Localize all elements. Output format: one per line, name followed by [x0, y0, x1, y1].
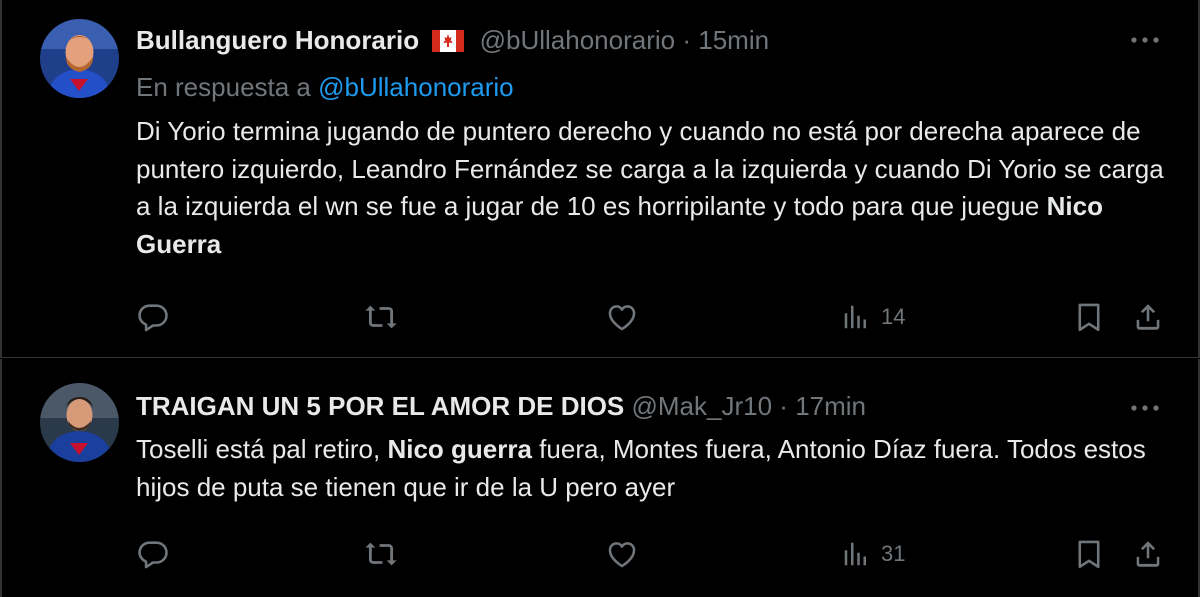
like-button[interactable] [605, 534, 639, 574]
retweet-icon [364, 300, 398, 334]
tweet-actions: 31 [2, 534, 1200, 574]
reply-button[interactable] [136, 297, 170, 337]
reply-mention-link[interactable]: @bUllahonorario [318, 72, 514, 102]
bookmark-icon [1072, 537, 1106, 571]
avatar[interactable] [40, 383, 119, 462]
tweet-text: Toselli está pal retiro, Nico guerra fue… [136, 431, 1176, 506]
bookmark-button[interactable] [1072, 534, 1106, 574]
reply-context: En respuesta a @bUllahonorario [136, 70, 514, 104]
separator: · [779, 391, 788, 421]
timestamp[interactable]: 15min [698, 25, 769, 55]
like-button[interactable] [605, 297, 639, 337]
views-icon [841, 302, 871, 332]
share-button[interactable] [1131, 534, 1165, 574]
more-icon[interactable] [1128, 30, 1162, 50]
tweet-text-part: Di Yorio termina jugando de puntero dere… [136, 116, 1164, 221]
tweet-header: Bullanguero Honorario @bUllahonorario · … [136, 23, 769, 60]
reply-prefix: En respuesta a [136, 72, 319, 102]
like-icon [605, 300, 639, 334]
views-button[interactable]: 31 [841, 534, 905, 574]
views-count: 31 [881, 541, 906, 566]
share-icon [1131, 300, 1165, 334]
reply-icon [136, 537, 170, 571]
tweet-actions: 14 [2, 297, 1200, 337]
canada-flag-icon [432, 26, 465, 60]
display-name[interactable]: Bullanguero Honorario [136, 25, 419, 55]
tweet[interactable]: TRAIGAN UN 5 POR EL AMOR DE DIOS @Mak_Jr… [0, 359, 1200, 597]
views-count: 14 [881, 304, 906, 329]
tweet-text-part: Toselli está pal retiro, [136, 434, 388, 464]
retweet-button[interactable] [364, 297, 398, 337]
bookmark-icon [1072, 300, 1106, 334]
tweet-header: TRAIGAN UN 5 POR EL AMOR DE DIOS @Mak_Jr… [136, 389, 866, 423]
timestamp[interactable]: 17min [795, 391, 866, 421]
reply-button[interactable] [136, 534, 170, 574]
reply-icon [136, 300, 170, 334]
tweet[interactable]: Bullanguero Honorario @bUllahonorario · … [0, 0, 1200, 358]
more-icon[interactable] [1128, 398, 1162, 418]
share-icon [1131, 537, 1165, 571]
views-button[interactable]: 14 [841, 297, 905, 337]
display-name[interactable]: TRAIGAN UN 5 POR EL AMOR DE DIOS [136, 391, 624, 421]
tweet-text: Di Yorio termina jugando de puntero dere… [136, 113, 1176, 263]
retweet-button[interactable] [364, 534, 398, 574]
separator: · [682, 25, 691, 55]
tweet-text-highlight: Nico guerra [387, 434, 532, 464]
handle[interactable]: @Mak_Jr10 [632, 391, 773, 421]
views-icon [841, 539, 871, 569]
share-button[interactable] [1131, 297, 1165, 337]
retweet-icon [364, 537, 398, 571]
handle[interactable]: @bUllahonorario [480, 25, 676, 55]
like-icon [605, 537, 639, 571]
avatar[interactable] [40, 19, 119, 98]
bookmark-button[interactable] [1072, 297, 1106, 337]
